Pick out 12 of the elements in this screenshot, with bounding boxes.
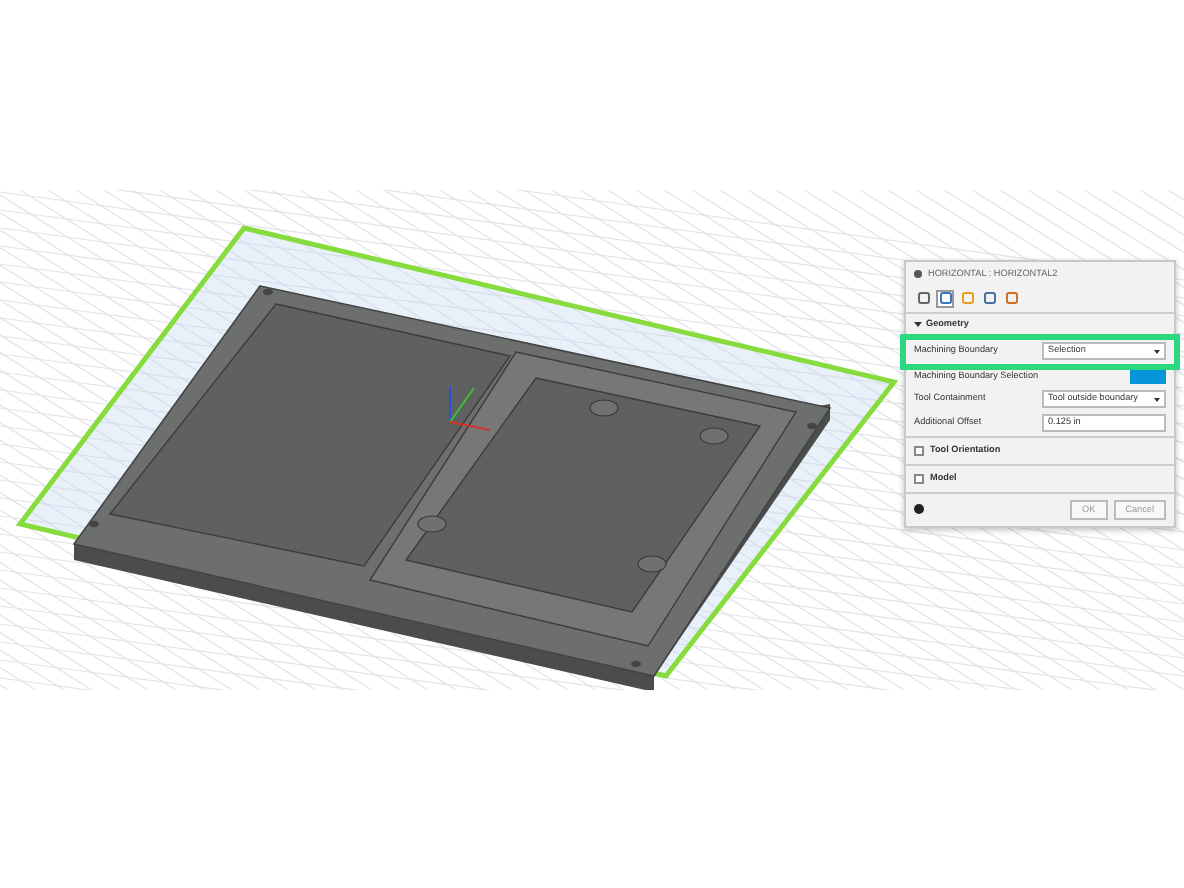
caret-icon: [1154, 349, 1160, 354]
status-icon: [914, 270, 922, 279]
tool-tab[interactable]: [980, 289, 998, 308]
axis-triad-icon: [449, 385, 491, 431]
checkbox[interactable]: [914, 445, 924, 456]
checkbox[interactable]: [914, 473, 924, 484]
selection-button[interactable]: [1130, 370, 1166, 385]
caret-icon: [1154, 397, 1160, 402]
tool-tab[interactable]: [914, 289, 932, 308]
tool-tab[interactable]: [1002, 289, 1020, 308]
tool-tab[interactable]: [936, 289, 954, 308]
info-icon: [914, 503, 924, 517]
